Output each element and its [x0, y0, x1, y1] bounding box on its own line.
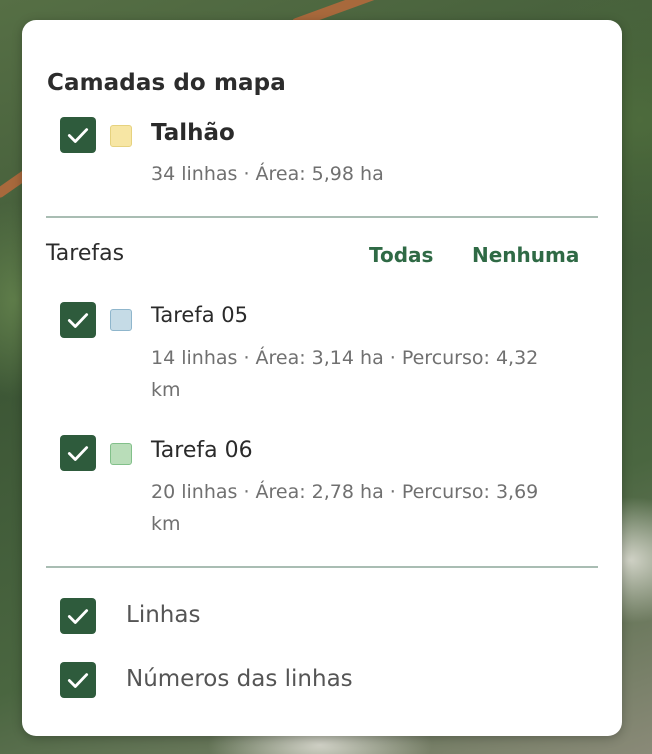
task-checkbox[interactable]	[60, 302, 96, 338]
checkmark-icon	[67, 446, 89, 461]
field-layer-meta: 34 linhas · Área: 5,98 ha	[151, 163, 384, 185]
panel-title: Camadas do mapa	[47, 70, 286, 96]
checkmark-icon	[67, 313, 89, 328]
map-layers-panel: Camadas do mapa Talhão 34 linhas · Área:…	[22, 20, 622, 736]
task-meta: 14 linhas · Área: 3,14 ha · Percurso: 4,…	[151, 347, 539, 369]
checkmark-icon	[67, 128, 89, 143]
task-name: Tarefa 05	[151, 303, 248, 327]
lines-checkbox[interactable]	[60, 598, 96, 634]
tasks-section-label: Tarefas	[46, 241, 125, 266]
lines-option-label[interactable]: Linhas	[126, 602, 200, 628]
field-layer-name: Talhão	[151, 120, 235, 146]
task-meta-continued: km	[151, 379, 181, 401]
task-meta: 20 linhas · Área: 2,78 ha · Percurso: 3,…	[151, 481, 539, 503]
divider	[46, 566, 598, 568]
checkmark-icon	[67, 673, 89, 688]
line-numbers-checkbox[interactable]	[60, 662, 96, 698]
field-layer-checkbox[interactable]	[60, 117, 96, 153]
divider	[46, 216, 598, 218]
select-all-tasks-link[interactable]: Todas	[369, 243, 433, 267]
task-name: Tarefa 06	[151, 438, 253, 463]
line-numbers-option-label[interactable]: Números das linhas	[126, 666, 353, 692]
task-checkbox[interactable]	[60, 435, 96, 471]
checkmark-icon	[67, 609, 89, 624]
select-no-tasks-link[interactable]: Nenhuma	[472, 243, 579, 267]
task-meta-continued: km	[151, 513, 181, 535]
task-color-swatch	[110, 443, 132, 465]
task-color-swatch	[110, 309, 132, 331]
field-layer-color-swatch	[110, 125, 132, 147]
